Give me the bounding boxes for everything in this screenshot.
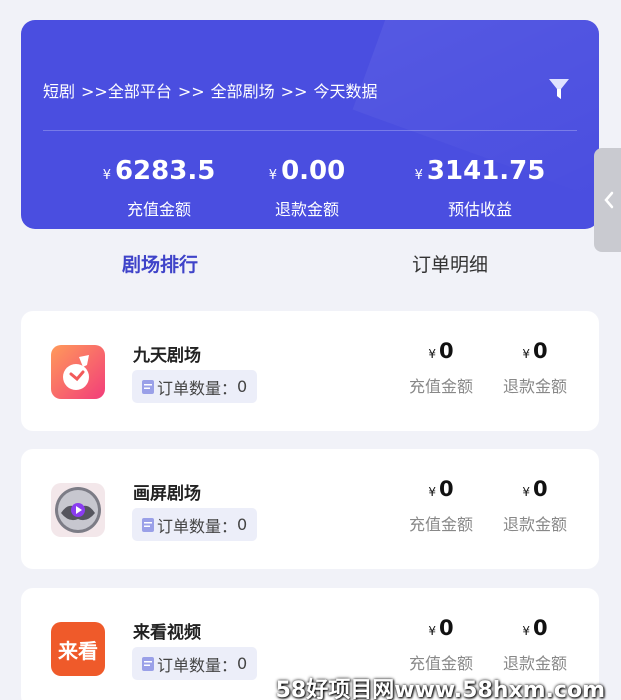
document-icon <box>142 656 154 671</box>
summary-card: 短剧 >>全部平台 >> 全部剧场 >> 今天数据 ¥6283.5 充值金额 ¥0.00 … <box>21 20 599 229</box>
recharge-amount: ¥0 充值金额 <box>408 339 473 396</box>
currency-symbol: ¥ <box>268 168 278 183</box>
recharge-amount: ¥0 充值金额 <box>408 616 473 673</box>
theater-logo-huaping <box>51 483 105 537</box>
breadcrumb-root[interactable]: 短剧 <box>43 82 75 101</box>
tab-bar: 剧场排行 订单明细 <box>0 250 621 280</box>
document-icon <box>142 379 154 394</box>
recharge-amount: ¥0 充值金额 <box>408 477 473 534</box>
breadcrumb-theater[interactable]: 全部剧场 <box>211 82 275 101</box>
breadcrumb-date[interactable]: 今天数据 <box>313 82 377 101</box>
theater-name: 九天剧场 <box>133 346 201 366</box>
breadcrumb: 短剧 >>全部平台 >> 全部剧场 >> 今天数据 <box>43 78 384 102</box>
refund-amount: ¥0 退款金额 <box>502 339 567 396</box>
document-icon <box>142 517 154 532</box>
stat-recharge: ¥6283.5 充值金额 <box>74 156 244 220</box>
stat-estimated-income: ¥3141.75 预估收益 <box>395 156 565 220</box>
stat-value: ¥3141.75 <box>414 156 546 186</box>
order-count-badge: 订单数量： 0 <box>132 647 258 680</box>
stat-value: ¥6283.5 <box>102 156 216 186</box>
stat-label: 预估收益 <box>447 200 512 219</box>
stat-label: 退款金额 <box>274 200 339 219</box>
theater-logo-laikan: 来看 <box>51 622 105 676</box>
order-count-badge: 订单数量： 0 <box>132 370 258 403</box>
refund-amount: ¥0 退款金额 <box>502 477 567 534</box>
breadcrumb-platform[interactable]: >>全部平台 <box>81 82 172 101</box>
theater-name: 来看视频 <box>133 623 201 643</box>
currency-symbol: ¥ <box>102 168 111 183</box>
breadcrumb-separator: >> <box>177 82 205 101</box>
currency-symbol: ¥ <box>414 168 423 183</box>
tab-order-details[interactable]: 订单明细 <box>412 250 488 277</box>
side-drawer-handle[interactable] <box>594 148 621 252</box>
stat-value: ¥0.00 <box>268 156 346 186</box>
theater-name: 画屏剧场 <box>133 484 201 504</box>
filter-icon[interactable] <box>547 76 571 102</box>
breadcrumb-separator: >> <box>280 82 308 101</box>
stat-label: 充值金额 <box>126 200 191 219</box>
stat-refund: ¥0.00 退款金额 <box>222 156 392 220</box>
theater-card[interactable]: 画屏剧场 订单数量： 0 ¥0 充值金额 ¥0 退款金额 <box>21 449 599 569</box>
watermark: 58好项目网www.58hxm.com <box>275 678 605 700</box>
chevron-left-icon <box>604 191 614 209</box>
tab-theater-ranking[interactable]: 剧场排行 <box>122 250 198 277</box>
refund-amount: ¥0 退款金额 <box>502 616 567 673</box>
theater-logo-jiutian <box>51 345 105 399</box>
order-count-badge: 订单数量： 0 <box>132 508 258 541</box>
divider <box>43 130 577 131</box>
theater-card[interactable]: 九天剧场 订单数量： 0 ¥0 充值金额 ¥0 退款金额 <box>21 311 599 431</box>
